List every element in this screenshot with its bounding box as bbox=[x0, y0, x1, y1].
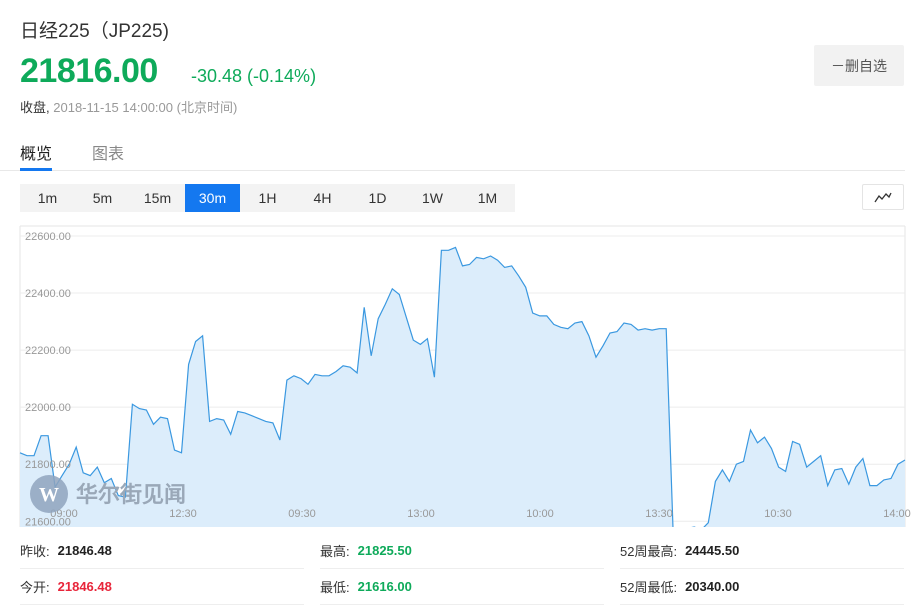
y-tick-label: 21800.00 bbox=[25, 459, 71, 471]
stat-low: 最低: 21616.00 bbox=[320, 569, 604, 605]
active-tab-indicator bbox=[20, 168, 52, 171]
y-tick-label: 22400.00 bbox=[25, 288, 71, 300]
remove-watchlist-button[interactable]: －删自选 bbox=[814, 45, 904, 86]
watermark-text: 华尔街见闻 bbox=[76, 482, 186, 508]
stat-prev-close: 昨收: 21846.48 bbox=[20, 533, 304, 569]
period-1w[interactable]: 1W bbox=[405, 184, 460, 212]
stat-label: 最低: bbox=[320, 580, 350, 595]
stat-label: 52周最低: bbox=[620, 580, 678, 595]
stat-label: 最高: bbox=[320, 544, 350, 559]
x-tick-label: 14:00 bbox=[883, 508, 911, 520]
stat-52w-high: 52周最高: 24445.50 bbox=[620, 533, 904, 569]
period-1m[interactable]: 1m bbox=[20, 184, 75, 212]
instrument-title: 日经225（JP225) bbox=[20, 21, 169, 42]
period-4h[interactable]: 4H bbox=[295, 184, 350, 212]
period-selector: 1m 5m 15m 30m 1H 4H 1D 1W 1M bbox=[20, 184, 515, 212]
stat-label: 昨收: bbox=[20, 544, 50, 559]
x-tick-label: 13:00 bbox=[407, 508, 435, 520]
tab-bar: 概览 图表 bbox=[0, 138, 905, 171]
close-timestamp: 2018-11-15 14:00:00 (北京时间) bbox=[53, 100, 238, 115]
x-tick-label: 09:30 bbox=[288, 508, 316, 520]
last-price: 21816.00 bbox=[20, 52, 158, 90]
y-tick-label: 22000.00 bbox=[25, 402, 71, 414]
period-1mo[interactable]: 1M bbox=[460, 184, 515, 212]
close-info: 收盘, 2018-11-15 14:00:00 (北京时间) bbox=[20, 97, 237, 116]
stat-value: 21846.48 bbox=[57, 579, 112, 594]
x-tick-label: 12:30 bbox=[169, 508, 197, 520]
y-tick-label: 22600.00 bbox=[25, 231, 71, 243]
stat-open: 今开: 21846.48 bbox=[20, 569, 304, 605]
x-tick-label: 10:00 bbox=[526, 508, 554, 520]
chart-type-button[interactable] bbox=[862, 184, 904, 210]
line-chart-icon bbox=[874, 192, 892, 203]
watermark-logo-letter: W bbox=[39, 484, 59, 506]
stat-label: 52周最高: bbox=[620, 544, 678, 559]
stat-52w-low: 52周最低: 20340.00 bbox=[620, 569, 904, 605]
period-1h[interactable]: 1H bbox=[240, 184, 295, 212]
stat-value: 24445.50 bbox=[685, 543, 740, 558]
x-tick-label: 13:30 bbox=[645, 508, 673, 520]
stat-value: 21825.50 bbox=[357, 543, 412, 558]
tab-chart[interactable]: 图表 bbox=[92, 140, 124, 164]
price-change: -30.48 (-0.14%) bbox=[191, 66, 317, 86]
stat-value: 20340.00 bbox=[685, 579, 740, 594]
period-30m[interactable]: 30m bbox=[185, 184, 240, 212]
tab-overview[interactable]: 概览 bbox=[20, 140, 52, 164]
period-5m[interactable]: 5m bbox=[75, 184, 130, 212]
stat-high: 最高: 21825.50 bbox=[320, 533, 604, 569]
y-tick-label: 22200.00 bbox=[25, 345, 71, 357]
price-chart[interactable]: 22600.00 22400.00 22200.00 22000.00 21800.00… bbox=[0, 222, 919, 527]
stat-label: 今开: bbox=[20, 580, 50, 595]
stat-value: 21616.00 bbox=[357, 579, 412, 594]
period-1d[interactable]: 1D bbox=[350, 184, 405, 212]
period-15m[interactable]: 15m bbox=[130, 184, 185, 212]
x-tick-label: 10:30 bbox=[764, 508, 792, 520]
stat-value: 21846.48 bbox=[57, 543, 112, 558]
close-label: 收盘, bbox=[20, 100, 50, 115]
